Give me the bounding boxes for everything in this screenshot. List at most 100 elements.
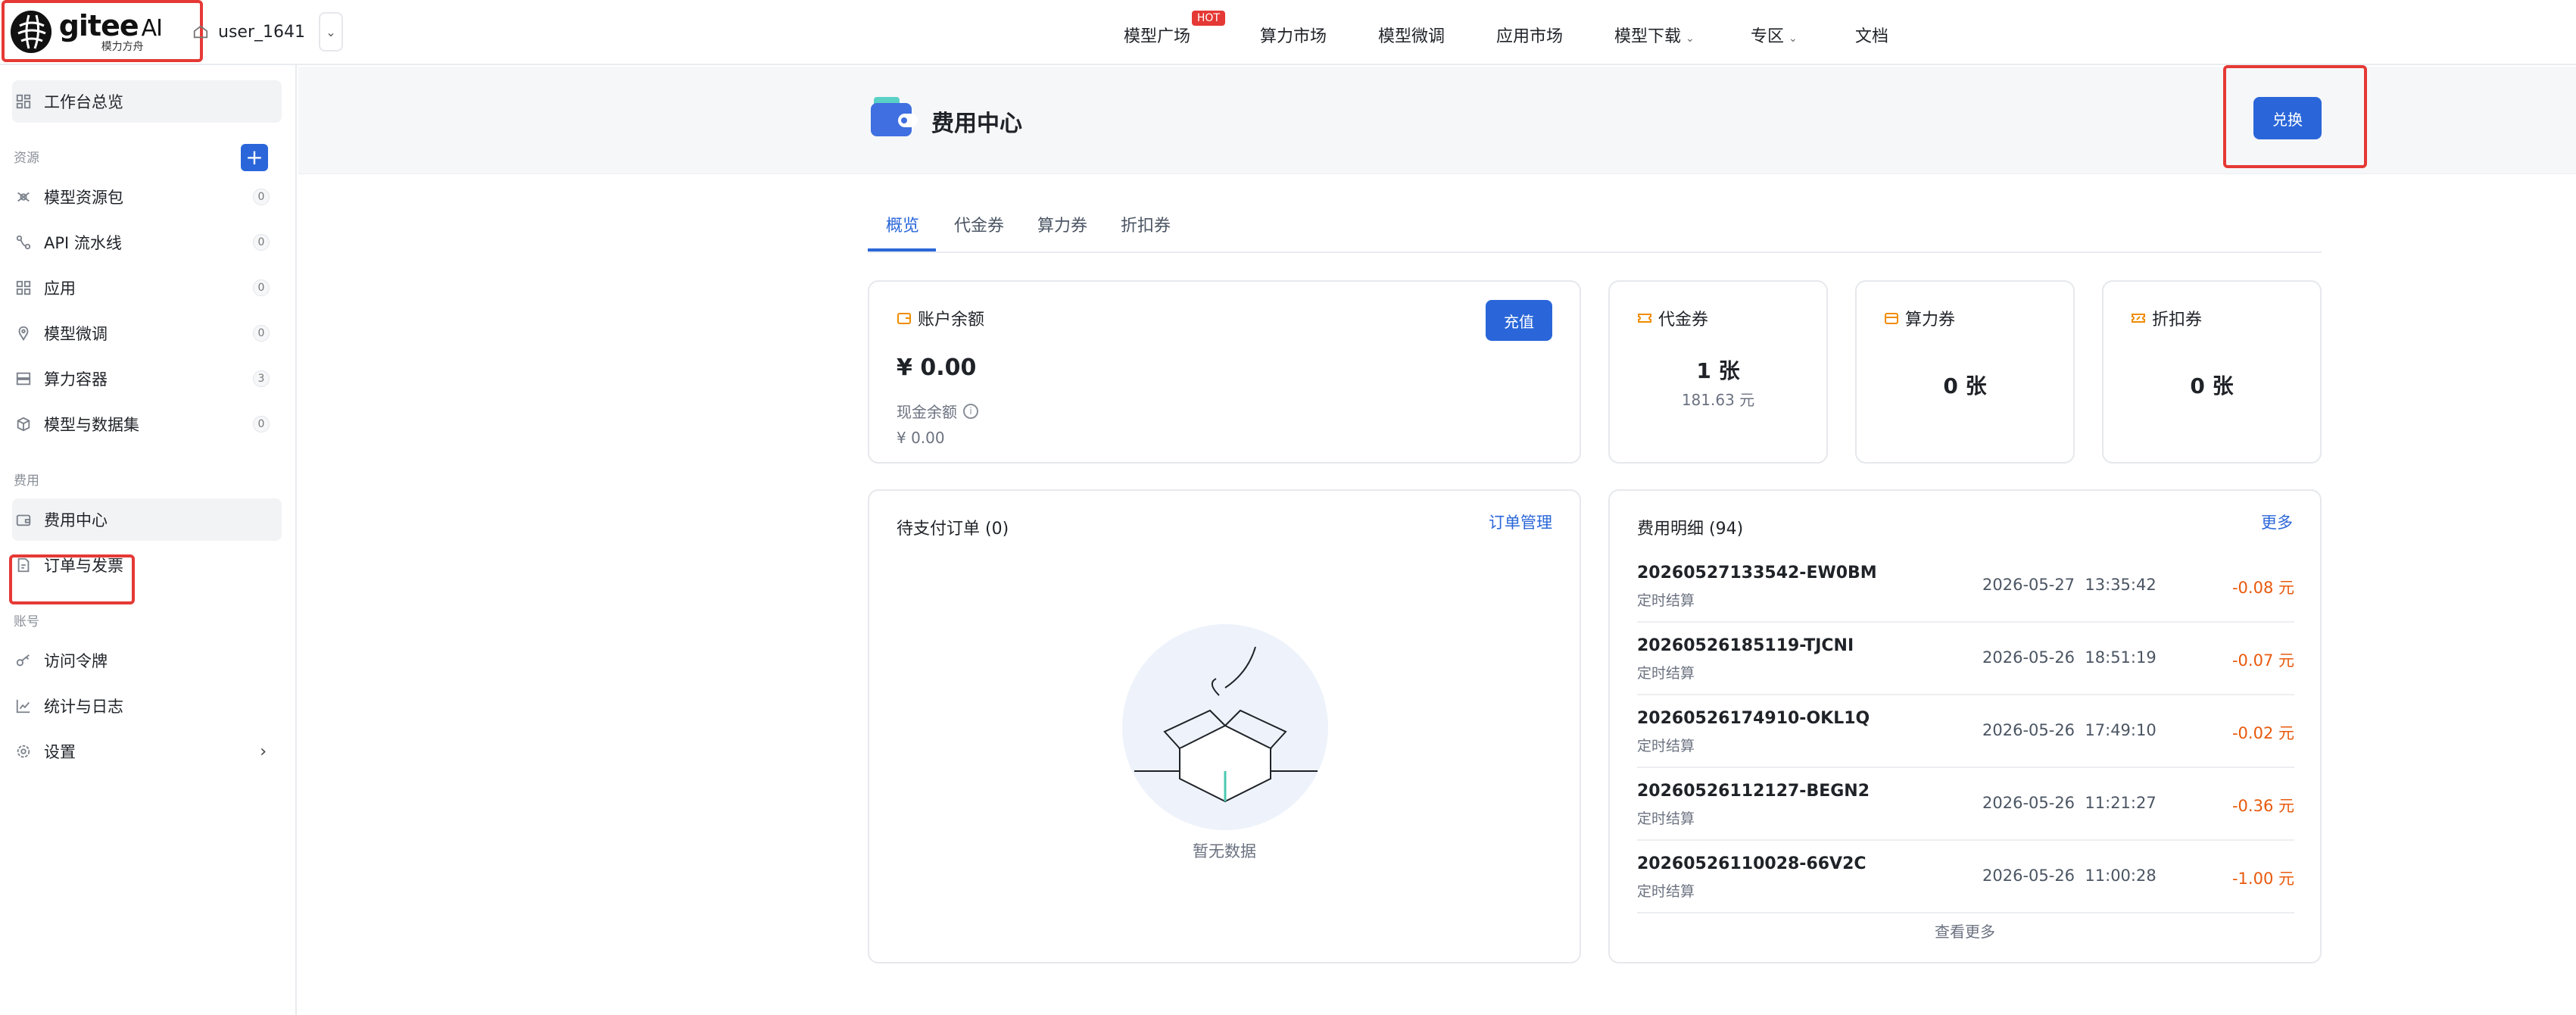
balance-icon	[897, 313, 911, 324]
section-resources: 资源	[14, 151, 39, 166]
voucher-card[interactable]: 代金券 1 张 181.63 元	[1608, 280, 1828, 464]
fee-amount: -0.02 元	[2231, 724, 2294, 742]
fee-date: 2026-05-27 13:35:42	[1982, 576, 2157, 594]
chart-icon	[16, 699, 30, 714]
workspace-switcher[interactable]: user_1641 ⌄	[192, 12, 343, 52]
empty-box-icon	[1134, 646, 1318, 803]
nav-finetune[interactable]: 模型微调	[1378, 23, 1445, 47]
compute-voucher-count: 0 张	[1943, 373, 1987, 398]
fee-amount: -0.08 元	[2231, 579, 2294, 597]
cube-icon	[17, 417, 30, 432]
sidebar-item-api-pipeline[interactable]: API 流水线 0	[12, 221, 282, 264]
chevron-down-icon: ⌄	[1789, 33, 1798, 45]
cash-label-text: 现金余额	[897, 403, 957, 421]
sidebar-item-label: 费用中心	[44, 511, 108, 529]
nav-model-download[interactable]: 模型下载 ⌄	[1614, 23, 1695, 47]
wallet-illustration-icon	[871, 97, 918, 136]
page-title: 费用中心	[931, 111, 1022, 137]
fee-amount: -0.36 元	[2231, 797, 2294, 815]
sidebar-item-stats-logs[interactable]: 统计与日志	[12, 685, 282, 727]
gear-icon	[17, 745, 30, 758]
tab-bar: 概览 代金券 算力券 折扣券	[868, 206, 2322, 253]
card-title: 代金券	[1658, 311, 1709, 329]
wallet-icon	[16, 514, 31, 526]
fee-more-link[interactable]: 更多	[2261, 511, 2293, 533]
sidebar-item-settings[interactable]: 设置 ›	[12, 730, 282, 773]
sidebar-item-billing-center[interactable]: 费用中心	[12, 498, 282, 541]
nav-label: 应用市场	[1496, 27, 1564, 46]
nav-zones[interactable]: 专区 ⌄	[1751, 23, 1798, 47]
fee-amount: -0.07 元	[2231, 651, 2294, 670]
count-badge: 0	[253, 280, 270, 296]
compute-voucher-card[interactable]: 算力券 0 张	[1855, 280, 2075, 464]
sidebar-item-finetune[interactable]: 模型微调 0	[12, 312, 282, 354]
sidebar-item-label: 统计与日志	[44, 698, 123, 716]
sidebar-item-apps[interactable]: 应用 0	[12, 267, 282, 309]
card-title: 账户余额	[918, 311, 985, 329]
fee-details-card: 费用明细 (94) 更多 20260527133542-EW0BM 定时结算 2…	[1608, 489, 2322, 963]
fee-row[interactable]: 20260527133542-EW0BM 定时结算 2026-05-27 13:…	[1637, 550, 2294, 623]
order-management-link[interactable]: 订单管理	[1489, 511, 1552, 533]
brand-logo[interactable]: gitee AI 模力方舟	[11, 9, 163, 55]
sidebar-item-access-tokens[interactable]: 访问令牌	[12, 639, 282, 682]
account-balance-card: 账户余额 充值 ¥ 0.00 现金余额 i ¥ 0.00	[868, 280, 1581, 464]
nav-app-market[interactable]: 应用市场	[1496, 23, 1563, 47]
workspace-dropdown-button[interactable]: ⌄	[318, 12, 343, 52]
dashboard-icon	[16, 94, 31, 109]
tab-overview[interactable]: 概览	[886, 212, 919, 236]
sidebar-item-label: 模型资源包	[44, 189, 123, 207]
plus-icon: +	[245, 145, 264, 170]
sidebar-item-overview[interactable]: 工作台总览	[12, 80, 282, 123]
sidebar-item-containers[interactable]: 算力容器 3	[12, 358, 282, 400]
page-header	[298, 67, 2576, 174]
sidebar-item-models-datasets[interactable]: 模型与数据集 0	[12, 403, 282, 445]
tab-discount-vouchers[interactable]: 折扣券	[1121, 212, 1171, 236]
sidebar-item-label: 算力容器	[44, 370, 108, 389]
pending-orders-title: 待支付订单 (0)	[897, 520, 1009, 539]
nav-label: 专区	[1751, 27, 1785, 46]
add-resource-button[interactable]: +	[241, 144, 268, 171]
sidebar-item-model-packages[interactable]: 模型资源包 0	[12, 176, 282, 218]
voucher-card-header: 代金券	[1637, 306, 1708, 330]
discount-voucher-header: 折扣券	[2131, 306, 2202, 330]
exchange-button[interactable]: 兑换	[2253, 97, 2322, 139]
apps-icon	[16, 280, 31, 295]
nav-label: 文档	[1855, 27, 1889, 46]
home-icon	[193, 25, 208, 39]
cash-balance-label: 现金余额 i	[897, 400, 978, 422]
info-icon[interactable]: i	[963, 403, 978, 419]
fee-type: 定时结算	[1637, 883, 1695, 900]
section-account: 账号	[14, 614, 39, 629]
sidebar-item-label: API 流水线	[44, 234, 122, 252]
tab-compute-vouchers[interactable]: 算力券	[1037, 212, 1087, 236]
see-more-link[interactable]: 查看更多	[1610, 920, 2320, 942]
brand-subtitle: 模力方舟	[101, 41, 144, 53]
card-title: 算力券	[1905, 311, 1956, 329]
sidebar: 工作台总览 资源 + 模型资源包 0 API 流水线 0 应用 0 模型微调 0…	[0, 65, 297, 1015]
count-badge: 0	[253, 189, 270, 205]
sidebar-item-label: 应用	[44, 280, 76, 298]
pipeline-icon	[16, 235, 31, 250]
nav-docs[interactable]: 文档	[1855, 23, 1888, 47]
sidebar-item-label: 模型微调	[44, 325, 108, 343]
discount-voucher-card[interactable]: 折扣券 0 张	[2102, 280, 2322, 464]
fee-row[interactable]: 20260526185119-TJCNI 定时结算 2026-05-26 18:…	[1637, 623, 2294, 695]
section-billing: 费用	[14, 473, 39, 489]
sidebar-item-orders-invoices[interactable]: 订单与发票	[12, 544, 282, 586]
fee-row[interactable]: 20260526110028-66V2C 定时结算 2026-05-26 11:…	[1637, 841, 2294, 914]
fee-row[interactable]: 20260526112127-BEGN2 定时结算 2026-05-26 11:…	[1637, 768, 2294, 841]
nav-compute-market[interactable]: 算力市场	[1260, 23, 1327, 47]
key-icon	[16, 654, 30, 667]
voucher-count: 1 张	[1696, 358, 1740, 383]
count-badge: 3	[253, 370, 270, 387]
tab-vouchers[interactable]: 代金券	[954, 212, 1004, 236]
recharge-button[interactable]: 充值	[1486, 300, 1552, 341]
fee-row[interactable]: 20260526174910-OKL1Q 定时结算 2026-05-26 17:…	[1637, 695, 2294, 768]
nav-model-plaza[interactable]: 模型广场 HOT	[1124, 11, 1226, 47]
nav-label: 模型广场	[1124, 27, 1191, 46]
fee-id: 20260526174910-OKL1Q	[1637, 709, 1870, 728]
count-badge: 0	[253, 234, 270, 251]
fee-type: 定时结算	[1637, 738, 1695, 754]
card-title: 折扣券	[2152, 311, 2203, 329]
compute-voucher-header: 算力券	[1884, 306, 1955, 330]
